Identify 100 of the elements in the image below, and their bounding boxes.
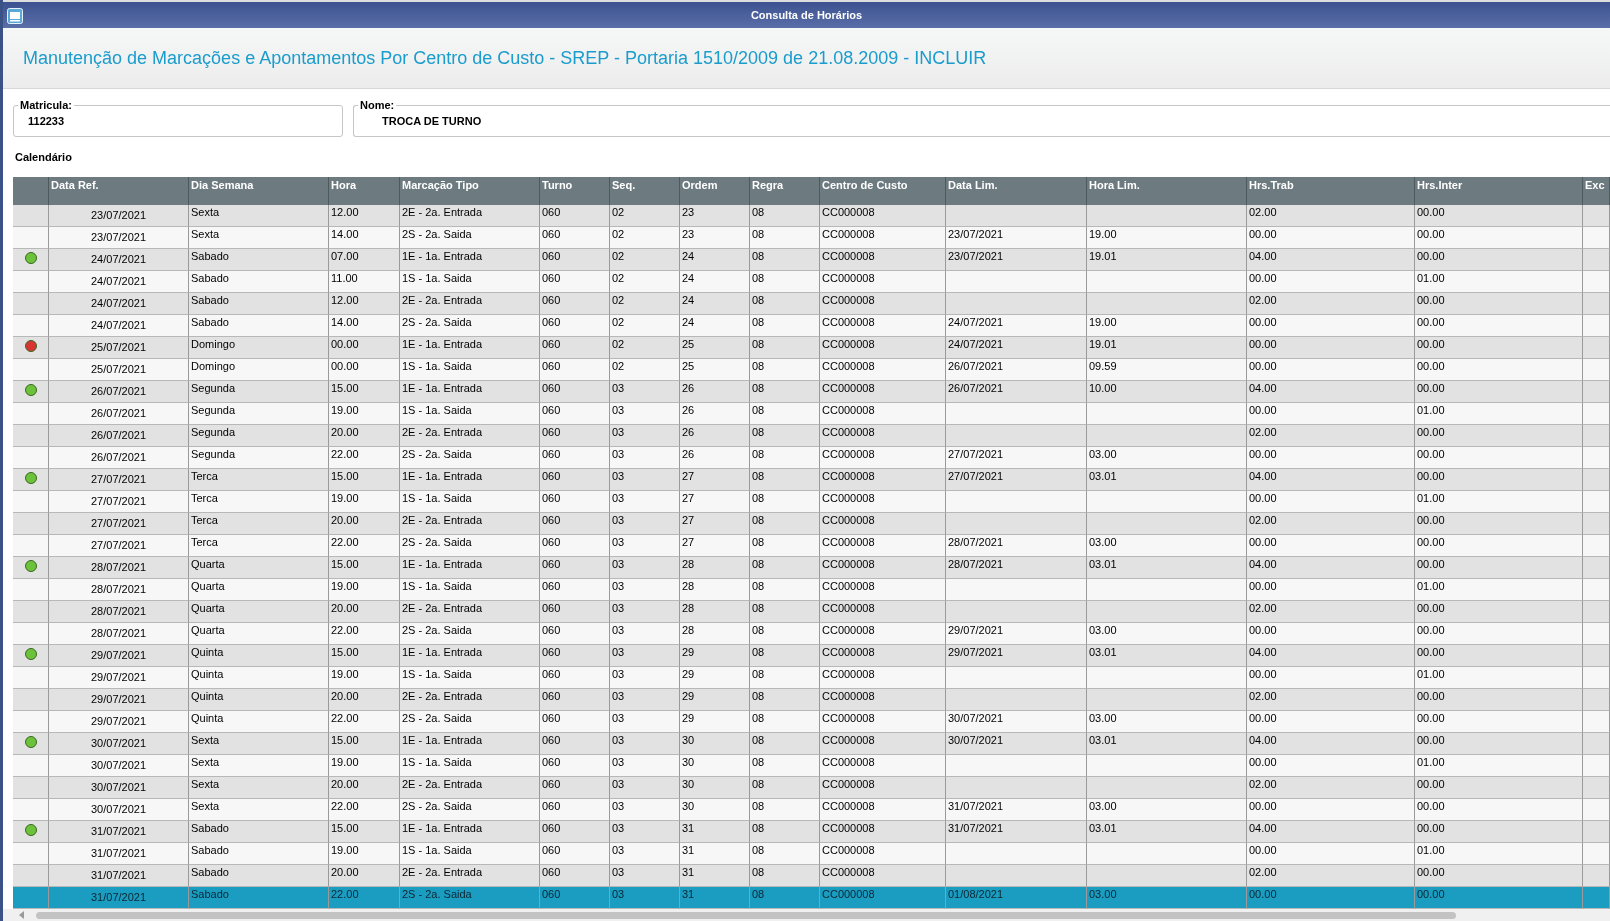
table-cell: CC000008 [820,843,946,865]
table-cell[interactable] [13,645,49,667]
column-header[interactable]: Regra [750,177,820,205]
table-cell[interactable] [13,667,49,689]
table-cell[interactable] [13,799,49,821]
table-cell: 14.00 [329,315,400,337]
field-value: TROCA DE TURNO [382,114,482,127]
table-cell: 00.00 [1415,381,1583,403]
table-cell: 27/07/2021 [49,491,189,513]
table-cell: 02 [610,359,680,381]
table-cell[interactable] [13,557,49,579]
table-cell: 00.00 [1415,865,1583,887]
table-cell[interactable] [13,601,49,623]
table-cell: 23/07/2021 [49,205,189,227]
column-header[interactable]: Hora [329,177,400,205]
table-cell: 08 [750,689,820,711]
table-cell: 1E - 1a. Entrada [400,469,540,491]
text-field[interactable]: Matricula: 112233 [13,99,343,137]
field-label: Matricula: [19,99,73,111]
table-cell: 03 [610,843,680,865]
table-cell[interactable] [13,821,49,843]
table-cell[interactable] [13,865,49,887]
column-header[interactable]: Dia Semana [189,177,329,205]
table-cell[interactable] [13,777,49,799]
table-cell: 19.00 [329,667,400,689]
column-header[interactable]: Hrs.Trab [1247,177,1415,205]
table-cell: 01.00 [1415,491,1583,513]
table-cell: 060 [540,271,610,293]
table-cell[interactable] [13,843,49,865]
table-cell: 26/07/2021 [946,359,1087,381]
table-cell: Sabado [189,887,329,909]
table-cell: 03 [610,381,680,403]
table-cell[interactable] [13,513,49,535]
table-cell[interactable] [13,381,49,403]
column-header[interactable]: Ordem [680,177,750,205]
table-cell: 08 [750,645,820,667]
table-cell: 00.00 [1415,425,1583,447]
table-cell: 02.00 [1247,777,1415,799]
table-cell[interactable] [13,337,49,359]
table-cell[interactable] [13,359,49,381]
table-cell[interactable] [13,623,49,645]
horizontal-scrollbar[interactable] [3,909,1610,921]
table-cell[interactable] [13,447,49,469]
table-cell: 28/07/2021 [49,557,189,579]
table-cell: CC000008 [820,821,946,843]
column-header[interactable]: Hora Lim. [1087,177,1247,205]
table-cell: 00.00 [1247,337,1415,359]
table-cell: CC000008 [820,645,946,667]
scroll-left-icon[interactable] [19,911,24,919]
table-cell[interactable] [13,227,49,249]
column-header[interactable]: Centro de Custo [820,177,946,205]
table-cell: Segunda [189,447,329,469]
column-header[interactable]: Marcação Tipo [400,177,540,205]
table-cell: 2S - 2a. Saida [400,535,540,557]
table-cell[interactable] [13,579,49,601]
table-cell: 02.00 [1247,293,1415,315]
table-cell: 03 [610,447,680,469]
table-cell: 30/07/2021 [49,777,189,799]
table-cell[interactable] [13,249,49,271]
table-cell[interactable] [13,887,49,909]
table-cell: 26 [680,447,750,469]
table-cell [1583,491,1610,513]
table-cell[interactable] [13,315,49,337]
column-header[interactable]: Hrs.Inter [1415,177,1583,205]
table-cell[interactable] [13,755,49,777]
table-cell: 08 [750,513,820,535]
table-cell: 00.00 [1415,337,1583,359]
table-cell[interactable] [13,535,49,557]
table-cell[interactable] [13,491,49,513]
text-field[interactable]: Nome: TROCA DE TURNO [353,99,1610,137]
table-cell[interactable] [13,469,49,491]
column-header[interactable]: Data Lim. [946,177,1087,205]
table-cell: 08 [750,777,820,799]
table-cell[interactable] [13,293,49,315]
table-cell [1583,799,1610,821]
table-cell: Sabado [189,865,329,887]
table-cell: 03 [610,645,680,667]
column-header[interactable]: Exc [1583,177,1610,205]
table-cell: 00.00 [1247,227,1415,249]
table-cell: 00.00 [1415,205,1583,227]
column-header[interactable]: Seq. [610,177,680,205]
table-cell[interactable] [13,689,49,711]
table-cell[interactable] [13,403,49,425]
table-cell: 060 [540,535,610,557]
table-cell: 03.00 [1087,447,1247,469]
table-cell[interactable] [13,711,49,733]
scrollbar-thumb[interactable] [36,911,1456,919]
table-cell: 31 [680,821,750,843]
table-cell: Terca [189,513,329,535]
table-cell: 01/08/2021 [946,887,1087,909]
table-cell: 22.00 [329,887,400,909]
column-header[interactable]: Data Ref. [49,177,189,205]
table-cell [1583,271,1610,293]
column-header[interactable]: Turno [540,177,610,205]
table-cell[interactable] [13,205,49,227]
table-cell[interactable] [13,271,49,293]
table-cell: 00.00 [1415,535,1583,557]
table-cell[interactable] [13,733,49,755]
table-cell[interactable] [13,425,49,447]
table-cell: 03 [610,799,680,821]
